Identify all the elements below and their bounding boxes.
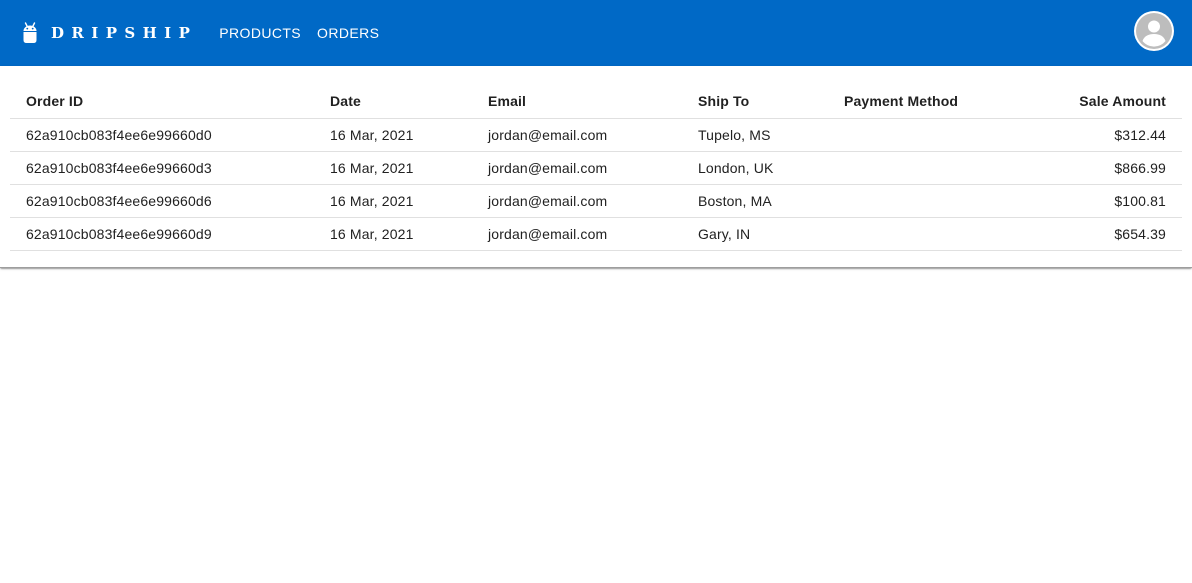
table-row[interactable]: 62a910cb083f4ee6e99660d3 16 Mar, 2021 jo… <box>10 151 1182 185</box>
order-id-cell: 62a910cb083f4ee6e99660d3 <box>10 151 314 185</box>
android-robot-icon <box>23 22 37 43</box>
account-button[interactable] <box>1134 11 1174 51</box>
payment-method-cell <box>828 184 1018 218</box>
table-row[interactable]: 62a910cb083f4ee6e99660d9 16 Mar, 2021 jo… <box>10 217 1182 251</box>
order-id-cell: 62a910cb083f4ee6e99660d6 <box>10 184 314 218</box>
brand-name: DRIPSHIP <box>51 24 198 42</box>
email-cell: jordan@email.com <box>472 118 682 152</box>
order-id-cell: 62a910cb083f4ee6e99660d9 <box>10 217 314 251</box>
app-bar: DRIPSHIP PRODUCTS ORDERS <box>0 0 1192 66</box>
payment-method-cell <box>828 151 1018 185</box>
email-cell: jordan@email.com <box>472 151 682 185</box>
ship-to-cell: Boston, MA <box>682 184 828 218</box>
column-header-payment-method: Payment Method <box>828 84 1018 119</box>
date-cell: 16 Mar, 2021 <box>314 151 472 185</box>
payment-method-cell <box>828 217 1018 251</box>
sale-amount-cell: $866.99 <box>1018 151 1182 185</box>
sale-amount-cell: $312.44 <box>1018 118 1182 152</box>
date-cell: 16 Mar, 2021 <box>314 217 472 251</box>
date-cell: 16 Mar, 2021 <box>314 184 472 218</box>
sale-amount-cell: $100.81 <box>1018 184 1182 218</box>
table-row[interactable]: 62a910cb083f4ee6e99660d6 16 Mar, 2021 jo… <box>10 184 1182 218</box>
sale-amount-cell: $654.39 <box>1018 217 1182 251</box>
payment-method-cell <box>828 118 1018 152</box>
column-header-order-id: Order ID <box>10 84 314 119</box>
ship-to-cell: Gary, IN <box>682 217 828 251</box>
table-header-row: Order ID Date Email Ship To Payment Meth… <box>10 84 1182 119</box>
orders-table-container: Order ID Date Email Ship To Payment Meth… <box>0 66 1192 268</box>
date-cell: 16 Mar, 2021 <box>314 118 472 152</box>
main-nav: PRODUCTS ORDERS <box>219 23 395 43</box>
column-header-sale-amount: Sale Amount <box>1018 84 1182 119</box>
email-cell: jordan@email.com <box>472 184 682 218</box>
column-header-email: Email <box>472 84 682 119</box>
column-header-ship-to: Ship To <box>682 84 828 119</box>
ship-to-cell: Tupelo, MS <box>682 118 828 152</box>
orders-table: Order ID Date Email Ship To Payment Meth… <box>10 84 1182 251</box>
column-header-date: Date <box>314 84 472 119</box>
email-cell: jordan@email.com <box>472 217 682 251</box>
ship-to-cell: London, UK <box>682 151 828 185</box>
nav-link-orders[interactable]: ORDERS <box>317 23 379 43</box>
brand-logo[interactable]: DRIPSHIP <box>22 22 197 44</box>
account-circle-icon <box>1136 13 1172 49</box>
table-row[interactable]: 62a910cb083f4ee6e99660d0 16 Mar, 2021 jo… <box>10 118 1182 152</box>
nav-link-products[interactable]: PRODUCTS <box>219 23 301 43</box>
order-id-cell: 62a910cb083f4ee6e99660d0 <box>10 118 314 152</box>
